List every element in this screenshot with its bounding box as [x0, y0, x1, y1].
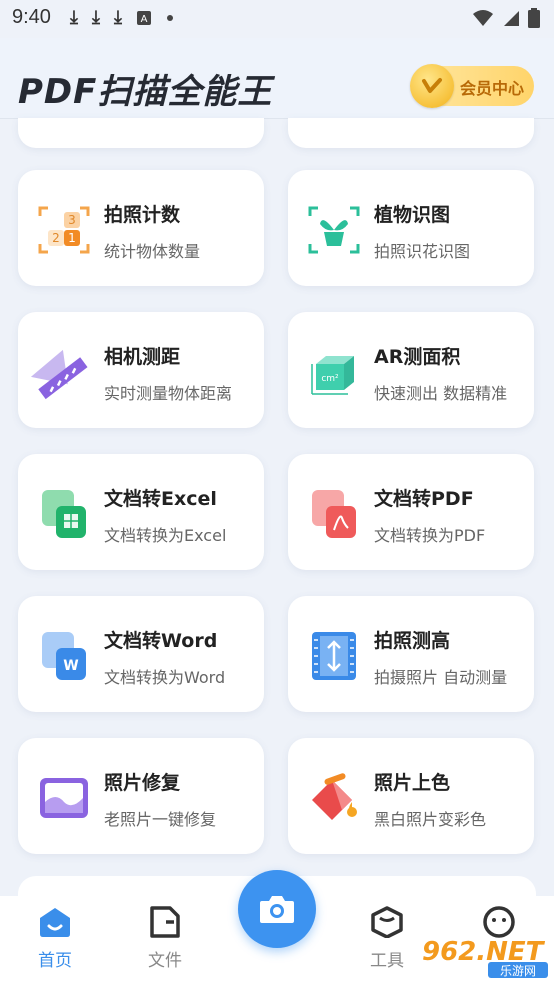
- download-icon: ⤓: [113, 7, 122, 28]
- partial-card[interactable]: [18, 118, 264, 148]
- word-icon: W: [42, 632, 86, 680]
- tool-card-doc-to-excel[interactable]: 文档转Excel 文档转换为Excel: [18, 454, 264, 570]
- tool-subtitle: 实时测量物体距离: [104, 384, 233, 403]
- tool-subtitle: 拍摄照片 自动测量: [374, 668, 508, 687]
- partial-card[interactable]: [288, 118, 534, 148]
- tool-subtitle: 黑白照片变彩色: [374, 810, 487, 829]
- tool-subtitle: 拍照识花识图: [374, 242, 471, 261]
- vip-center-button[interactable]: 会员中心: [410, 64, 534, 108]
- tab-tools[interactable]: 工具: [352, 906, 422, 971]
- tool-card-doc-to-pdf[interactable]: 文档转PDF 文档转换为PDF: [288, 454, 534, 570]
- home-icon: [40, 908, 70, 937]
- tab-home-label: 首页: [38, 951, 72, 971]
- tool-title: 文档转Word: [104, 630, 218, 652]
- pdf-icon: [312, 490, 356, 538]
- tool-title: 照片上色: [374, 772, 451, 794]
- tool-subtitle: 文档转换为PDF: [374, 526, 486, 545]
- svg-text:2: 2: [52, 231, 60, 245]
- tool-title: 文档转PDF: [374, 488, 474, 510]
- tool-title: 植物识图: [374, 204, 451, 226]
- tool-subtitle: 统计物体数量: [104, 242, 201, 261]
- tool-card-photo-height[interactable]: 拍照测高 拍摄照片 自动测量: [288, 596, 534, 712]
- battery-icon: [528, 8, 540, 28]
- tab-files-label: 文件: [148, 951, 182, 971]
- tool-card-photo-count[interactable]: 3 2 1 拍照计数 统计物体数量: [18, 170, 264, 286]
- tool-card-photo-repair[interactable]: 照片修复 老照片一键修复: [18, 738, 264, 854]
- watermark-logo: 962.NET 乐游网: [422, 937, 548, 978]
- status-bar: 9:40 ⤓ ⤓ ⤓ A: [0, 0, 554, 38]
- download-icon: ⤓: [70, 7, 78, 28]
- tab-files[interactable]: 文件: [130, 906, 200, 971]
- tab-tools-label: 工具: [370, 951, 404, 971]
- tool-title: 照片修复: [104, 772, 181, 794]
- svg-text:3: 3: [68, 213, 76, 227]
- photo-count-icon: 3 2 1: [38, 206, 90, 254]
- crown-icon: [410, 64, 454, 108]
- tool-subtitle: 文档转换为Word: [104, 668, 226, 687]
- svg-text:W: W: [63, 658, 78, 674]
- excel-icon: [42, 490, 86, 538]
- tab-home[interactable]: 首页: [20, 906, 90, 971]
- tool-subtitle: 老照片一键修复: [104, 810, 217, 829]
- tool-subtitle: 快速测出 数据精准: [374, 384, 508, 403]
- height-icon: [312, 632, 356, 680]
- vip-center-label: 会员中心: [460, 79, 525, 98]
- notification-icons: ⤓ ⤓ ⤓ A: [70, 8, 174, 28]
- app-notification-icon: A: [136, 11, 151, 25]
- signal-icon: [504, 11, 519, 26]
- tool-card-plant-id[interactable]: 植物识图 拍照识花识图: [288, 170, 534, 286]
- tool-card-doc-to-word[interactable]: W 文档转Word 文档转换为Word: [18, 596, 264, 712]
- tools-icon: [371, 906, 403, 939]
- svg-text:A: A: [140, 14, 147, 25]
- tool-title: 相机测距: [104, 346, 181, 368]
- ar-area-icon: cm²: [311, 356, 354, 395]
- status-time: 9:40: [12, 6, 51, 28]
- tool-title: AR测面积: [374, 346, 461, 368]
- svg-text:1: 1: [68, 231, 76, 245]
- wifi-icon: [473, 10, 493, 26]
- camera-icon: [260, 896, 294, 923]
- svg-text:乐游网: 乐游网: [500, 964, 536, 978]
- system-icons: [472, 8, 540, 28]
- tool-title: 文档转Excel: [104, 488, 217, 510]
- tool-card-photo-colorize[interactable]: 照片上色 黑白照片变彩色: [288, 738, 534, 854]
- tool-title: 拍照测高: [374, 630, 451, 652]
- dot-icon: [166, 15, 173, 21]
- page-title: PDF扫描全能王: [18, 72, 273, 112]
- tool-card-ar-area[interactable]: cm² AR测面积 快速测出 数据精准: [288, 312, 534, 428]
- file-icon: [150, 906, 180, 938]
- colorize-icon: [312, 773, 357, 820]
- ruler-icon: [30, 349, 88, 400]
- tool-subtitle: 文档转换为Excel: [104, 526, 227, 545]
- tool-card-camera-distance[interactable]: 相机测距 实时测量物体距离: [18, 312, 264, 428]
- camera-button[interactable]: [238, 870, 316, 948]
- tool-title: 拍照计数: [104, 204, 181, 226]
- download-icon: ⤓: [91, 7, 100, 28]
- photo-repair-icon: [40, 778, 88, 818]
- plant-icon: [308, 206, 360, 254]
- svg-text:cm²: cm²: [321, 374, 339, 384]
